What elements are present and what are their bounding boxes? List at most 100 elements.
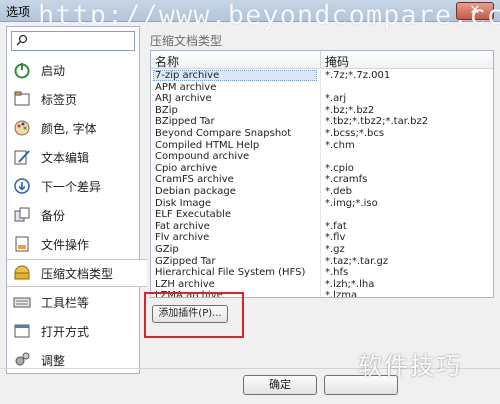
archive-types-list[interactable]: 名称 掩码 7-zip archive *.7z;*.7z.001 APM arch… (150, 50, 494, 298)
archive-type-name: LZMA archive (155, 290, 223, 298)
sidebar-item-label: 工具栏等 (41, 295, 90, 310)
table-row[interactable]: ELF Executable (151, 209, 493, 221)
archive-type-mask: *.gz (325, 243, 345, 255)
sidebar-item-label: 下一个差异 (41, 179, 102, 194)
table-row[interactable]: Debian package *.deb (151, 186, 493, 198)
ok-button[interactable]: 确定 (243, 375, 317, 395)
archive-type-mask: *.bcss;*.bcs (325, 127, 385, 139)
table-row[interactable]: Flv archive *.flv (151, 232, 493, 244)
table-row[interactable]: Beyond Compare Snapshot *.bcss;*.bcs (151, 128, 493, 140)
sidebar-item-label: 备份 (41, 208, 66, 223)
sidebar-item-label: 文本编辑 (41, 150, 90, 165)
table-row[interactable]: LZMA archive *.lzma (151, 290, 493, 298)
table-row[interactable]: Cpio archive *.cpio (151, 163, 493, 175)
sidebar-item-next-diff[interactable]: 下一个差异 (7, 172, 139, 200)
table-row[interactable]: 7-zip archive *.7z;*.7z.001 (151, 70, 493, 82)
tabs-icon (12, 89, 32, 109)
archive-type-mask: *.hfs (325, 267, 349, 279)
open-with-icon (12, 321, 32, 341)
archive-type-mask: *.bz;*.bz2 (325, 104, 375, 116)
table-row[interactable]: Hierarchical File System (HFS) *.hfs (151, 267, 493, 279)
sidebar-item-label: 标签页 (41, 92, 78, 107)
sidebar-item-file-ops[interactable]: 文件操作 (7, 230, 139, 258)
archive-type-mask: *.lzma (325, 290, 358, 298)
table-row[interactable]: Compiled HTML Help *.chm (151, 140, 493, 152)
sidebar-item-colors-fonts[interactable]: 颜色, 字体 (7, 114, 139, 142)
column-header-mask[interactable]: 掩码 (325, 53, 349, 70)
archive-type-name: ELF Executable (155, 209, 232, 221)
table-row[interactable]: ARJ archive *.arj (151, 93, 493, 105)
sidebar-item-label: 启动 (41, 63, 66, 78)
archive-type-name: Beyond Compare Snapshot (155, 127, 292, 139)
archive-type-mask: *.7z;*.7z.001 (325, 70, 391, 81)
table-row[interactable]: Compound archive (151, 151, 493, 163)
archive-type-name: BZip (155, 104, 178, 116)
palette-icon (12, 118, 32, 138)
archive-type-name: Cpio archive (155, 162, 218, 174)
archive-type-mask: *.taz;*.tar.gz (325, 255, 389, 267)
window-title: 选项 (6, 5, 31, 19)
archive-type-name: GZip (155, 243, 179, 255)
sidebar-item-tweaks[interactable]: 调整 (7, 346, 139, 374)
table-row[interactable]: BZip *.bz;*.bz2 (151, 105, 493, 117)
title-bar: 选项 ✕ (0, 0, 500, 22)
sidebar-item-text-edit[interactable]: 文本编辑 (7, 143, 139, 171)
search-input[interactable] (11, 31, 135, 51)
table-row[interactable]: LZH archive *.lzh;*.lha (151, 279, 493, 291)
archive-type-mask: *.lzh;*.lha (325, 278, 375, 290)
sidebar-item-backup[interactable]: 备份 (7, 201, 139, 229)
tweak-icon (12, 350, 32, 370)
archive-type-mask: *.cpio (325, 162, 354, 174)
archive-type-name: ARJ archive (155, 93, 212, 105)
archive-type-name: Debian package (155, 185, 236, 197)
page-title: 压缩文档类型 (150, 34, 223, 48)
archive-type-mask: *.tbz;*.tbz2;*.tar.bz2 (325, 116, 429, 128)
archive-type-mask: *.img;*.iso (325, 197, 378, 209)
table-row[interactable]: APM archive (151, 82, 493, 94)
sidebar-item-tabs[interactable]: 标签页 (7, 85, 139, 113)
archive-type-name: Compiled HTML Help (155, 139, 260, 151)
power-icon (12, 60, 32, 80)
add-plugin-button[interactable]: 添加插件(P)... (152, 305, 228, 323)
archive-type-mask: *.fat (325, 220, 347, 232)
sidebar-item-startup[interactable]: 启动 (7, 56, 139, 84)
table-row[interactable]: Fat archive *.fat (151, 221, 493, 233)
options-sidebar: 启动 标签页 颜色, 字体 文本编辑 下一个差异 备份 文件操作 压缩文档类型 … (6, 26, 147, 374)
sidebar-item-archive-types[interactable]: 压缩文档类型 (7, 259, 147, 287)
sidebar-item-label: 打开方式 (41, 324, 90, 339)
table-row[interactable]: GZip *.gz (151, 244, 493, 256)
column-header-name[interactable]: 名称 (155, 53, 179, 70)
sidebar-item-label: 压缩文档类型 (41, 266, 114, 281)
next-diff-icon (12, 176, 32, 196)
sidebar-item-label: 文件操作 (41, 237, 90, 252)
archive-type-name: Disk Image (155, 197, 211, 209)
archive-type-name: Flv archive (155, 232, 210, 244)
table-row[interactable]: Disk Image *.img;*.iso (151, 198, 493, 210)
archive-type-name: Fat archive (155, 220, 210, 232)
search-icon (16, 34, 28, 46)
sidebar-item-open-with[interactable]: 打开方式 (7, 317, 139, 345)
table-row[interactable]: CramFS archive *.cramfs (151, 174, 493, 186)
archive-type-mask: *.cramfs (325, 174, 368, 186)
archive-type-name: GZipped Tar (155, 255, 216, 267)
close-button[interactable]: ✕ (456, 2, 494, 20)
table-row[interactable]: GZipped Tar *.taz;*.tar.gz (151, 256, 493, 268)
list-header: 名称 掩码 (151, 51, 493, 69)
archive-type-mask: *.flv (325, 232, 346, 244)
archive-type-name: LZH archive (155, 278, 215, 290)
archive-type-name: CramFS archive (155, 174, 234, 186)
archive-type-name: Hierarchical File System (HFS) (155, 267, 306, 279)
sidebar-item-label: 调整 (41, 353, 66, 368)
sidebar-item-toolbars[interactable]: 工具栏等 (7, 288, 139, 316)
keyboard-icon (12, 292, 32, 312)
archive-type-mask: *.chm (325, 139, 355, 151)
column-separator (320, 51, 321, 69)
backup-icon (12, 205, 32, 225)
archive-type-name: APM archive (155, 81, 217, 93)
archive-type-name: Compound archive (155, 151, 250, 163)
cancel-button[interactable] (324, 375, 398, 395)
table-row[interactable]: BZipped Tar *.tbz;*.tbz2;*.tar.bz2 (151, 116, 493, 128)
archive-type-name: 7-zip archive (153, 70, 317, 81)
archive-type-mask: *.deb (325, 185, 353, 197)
archive-icon (12, 263, 32, 283)
